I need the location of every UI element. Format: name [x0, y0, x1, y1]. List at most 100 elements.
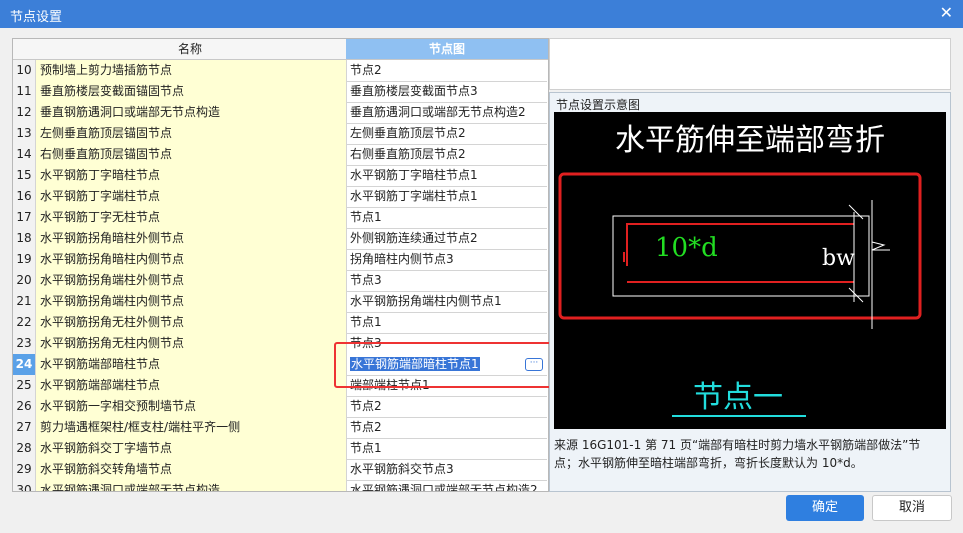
table-row[interactable]: 18 水平钢筋拐角暗柱外侧节点 外侧钢筋连续通过节点2 [13, 228, 548, 250]
preview-panel-title: 节点设置示意图 [556, 98, 641, 112]
row-node-cell[interactable]: 水平钢筋遇洞口或端部无节点构造2 [347, 480, 547, 491]
row-node-cell[interactable]: 垂直筋遇洞口或端部无节点构造2 [347, 102, 547, 124]
table-body: 10 预制墙上剪力墙插筋节点 节点2 11 垂直筋楼层变截面锚固节点 垂直筋楼层变截面节点… [13, 60, 548, 491]
row-node-cell[interactable]: 节点2 [347, 396, 547, 418]
row-number[interactable]: 25 [13, 375, 36, 397]
row-number[interactable]: 16 [13, 186, 36, 208]
row-name-cell[interactable]: 水平钢筋拐角端柱外侧节点 [36, 270, 347, 292]
close-icon[interactable]: ✕ [940, 3, 953, 22]
row-number[interactable]: 29 [13, 459, 36, 481]
row-node-cell[interactable]: 节点2 [347, 60, 547, 82]
row-number[interactable]: 12 [13, 102, 36, 124]
row-name-cell[interactable]: 水平钢筋斜交丁字墙节点 [36, 438, 347, 460]
table-row[interactable]: 13 左侧垂直筋顶层锚固节点 左侧垂直筋顶层节点2 [13, 123, 548, 145]
node-diagram-svg: 水平筋伸至端部弯折 10*d bw 节点一 [558, 123, 922, 417]
row-name-cell[interactable]: 水平钢筋一字相交预制墙节点 [36, 396, 347, 418]
row-number[interactable]: 17 [13, 207, 36, 229]
header-node[interactable]: 节点图 [346, 39, 548, 59]
dimension-tick-top [848, 204, 864, 220]
table-row[interactable]: 22 水平钢筋拐角无柱外侧节点 节点1 [13, 312, 548, 334]
preview-panel: 节点设置示意图 水平筋伸至端部弯折 10*d bw 节点一 来源 16G101-… [549, 92, 951, 492]
table-row[interactable]: 21 水平钢筋拐角端柱内侧节点 水平钢筋拐角端柱内侧节点1 [13, 291, 548, 313]
table-row[interactable]: 19 水平钢筋拐角暗柱内侧节点 拐角暗柱内侧节点3 [13, 249, 548, 271]
row-node-cell[interactable]: 节点3 [347, 270, 547, 292]
row-name-cell[interactable]: 水平钢筋端部端柱节点 [36, 375, 347, 397]
row-number[interactable]: 18 [13, 228, 36, 250]
label-10d: 10*d [655, 233, 718, 263]
row-name-cell[interactable]: 水平钢筋拐角无柱内侧节点 [36, 333, 347, 355]
row-name-cell[interactable]: 左侧垂直筋顶层锚固节点 [36, 123, 347, 145]
row-name-cell[interactable]: 右侧垂直筋顶层锚固节点 [36, 144, 347, 166]
preview-blank-area [549, 38, 951, 90]
row-name-cell[interactable]: 水平钢筋丁字暗柱节点 [36, 165, 347, 187]
row-number[interactable]: 19 [13, 249, 36, 271]
row-number[interactable]: 30 [13, 480, 36, 491]
row-number[interactable]: 21 [13, 291, 36, 313]
table-row[interactable]: 30 水平钢筋遇洞口或端部无节点构造 水平钢筋遇洞口或端部无节点构造2 [13, 480, 548, 491]
row-name-cell[interactable]: 水平钢筋拐角端柱内侧节点 [36, 291, 347, 313]
row-name-cell[interactable]: 水平钢筋拐角暗柱内侧节点 [36, 249, 347, 271]
row-node-cell[interactable]: 水平钢筋拐角端柱内侧节点1 [347, 291, 547, 313]
row-node-cell[interactable]: 节点1 [347, 438, 547, 460]
row-name-cell[interactable]: 水平钢筋遇洞口或端部无节点构造 [36, 480, 347, 491]
preview-description: 来源 16G101-1 第 71 页“端部有暗柱时剪力墙水平钢筋端部做法”节 点… [554, 436, 946, 472]
row-name-cell[interactable]: 水平钢筋端部暗柱节点 [36, 354, 347, 376]
row-number[interactable]: 27 [13, 417, 36, 439]
row-node-cell[interactable]: 节点1 [347, 312, 547, 334]
table-row[interactable]: 15 水平钢筋丁字暗柱节点 水平钢筋丁字暗柱节点1 [13, 165, 548, 187]
row-name-cell[interactable]: 预制墙上剪力墙插筋节点 [36, 60, 347, 82]
row-number[interactable]: 23 [13, 333, 36, 355]
dimension-tick-bottom [848, 287, 864, 303]
row-name-cell[interactable]: 垂直筋楼层变截面锚固节点 [36, 81, 347, 103]
table-row[interactable]: 26 水平钢筋一字相交预制墙节点 节点2 [13, 396, 548, 418]
row-node-cell[interactable]: 水平钢筋斜交节点3 [347, 459, 547, 481]
row-node-cell[interactable]: 拐角暗柱内侧节点3 [347, 249, 547, 271]
row-number[interactable]: 24 [13, 354, 36, 376]
row-node-cell[interactable]: 右侧垂直筋顶层节点2 [347, 144, 547, 166]
row-node-cell[interactable]: 节点2 [347, 417, 547, 439]
row-number[interactable]: 11 [13, 81, 36, 103]
row-name-cell[interactable]: 水平钢筋丁字端柱节点 [36, 186, 347, 208]
row-node-cell[interactable]: 水平钢筋丁字端柱节点1 [347, 186, 547, 208]
row-node-cell[interactable]: 垂直筋楼层变截面节点3 [347, 81, 547, 103]
row-name-cell[interactable]: 垂直钢筋遇洞口或端部无节点构造 [36, 102, 347, 124]
row-name-cell[interactable]: 水平钢筋拐角无柱外侧节点 [36, 312, 347, 334]
row-number[interactable]: 22 [13, 312, 36, 334]
row-number[interactable]: 10 [13, 60, 36, 82]
node-settings-table[interactable]: 名称 节点图 10 预制墙上剪力墙插筋节点 节点2 11 垂直筋楼层变截面锚固节点 垂直筋… [12, 38, 549, 492]
node-diagram: 水平筋伸至端部弯折 10*d bw 节点一 [554, 112, 946, 429]
row-number[interactable]: 20 [13, 270, 36, 292]
highlight-box [334, 342, 552, 388]
table-row[interactable]: 28 水平钢筋斜交丁字墙节点 节点1 [13, 438, 548, 460]
row-node-cell[interactable]: 外侧钢筋连续通过节点2 [347, 228, 547, 250]
table-row[interactable]: 12 垂直钢筋遇洞口或端部无节点构造 垂直筋遇洞口或端部无节点构造2 [13, 102, 548, 124]
row-number[interactable]: 14 [13, 144, 36, 166]
table-row[interactable]: 27 剪力墙遇框架柱/框支柱/端柱平齐一侧 节点2 [13, 417, 548, 439]
table-row[interactable]: 29 水平钢筋斜交转角墙节点 水平钢筋斜交节点3 [13, 459, 548, 481]
row-name-cell[interactable]: 水平钢筋拐角暗柱外侧节点 [36, 228, 347, 250]
table-row[interactable]: 16 水平钢筋丁字端柱节点 水平钢筋丁字端柱节点1 [13, 186, 548, 208]
ok-button[interactable]: 确定 [786, 495, 864, 521]
row-name-cell[interactable]: 水平钢筋斜交转角墙节点 [36, 459, 347, 481]
table-row[interactable]: 10 预制墙上剪力墙插筋节点 节点2 [13, 60, 548, 82]
row-number[interactable]: 13 [13, 123, 36, 145]
table-row[interactable]: 17 水平钢筋丁字无柱节点 节点1 [13, 207, 548, 229]
row-number[interactable]: 15 [13, 165, 36, 187]
row-name-cell[interactable]: 水平钢筋丁字无柱节点 [36, 207, 347, 229]
row-node-cell[interactable]: 左侧垂直筋顶层节点2 [347, 123, 547, 145]
table-row[interactable]: 11 垂直筋楼层变截面锚固节点 垂直筋楼层变截面节点3 [13, 81, 548, 103]
table-row[interactable]: 20 水平钢筋拐角端柱外侧节点 节点3 [13, 270, 548, 292]
row-name-cell[interactable]: 剪力墙遇框架柱/框支柱/端柱平齐一侧 [36, 417, 347, 439]
row-node-cell[interactable]: 节点1 [347, 207, 547, 229]
table-row[interactable]: 14 右侧垂直筋顶层锚固节点 右侧垂直筋顶层节点2 [13, 144, 548, 166]
break-symbol [871, 241, 890, 251]
description-line-1: 来源 16G101-1 第 71 页“端部有暗柱时剪力墙水平钢筋端部做法”节 [554, 438, 921, 452]
row-number[interactable]: 28 [13, 438, 36, 460]
label-bw: bw [822, 246, 855, 271]
row-number[interactable]: 26 [13, 396, 36, 418]
row-node-cell[interactable]: 水平钢筋丁字暗柱节点1 [347, 165, 547, 187]
cancel-button[interactable]: 取消 [872, 495, 952, 521]
title-bar: 节点设置 ✕ [0, 0, 963, 28]
header-name[interactable]: 名称 [35, 39, 345, 59]
description-line-2: 点；水平钢筋伸至暗柱端部弯折，弯折长度默认为 10*d。 [554, 456, 863, 470]
